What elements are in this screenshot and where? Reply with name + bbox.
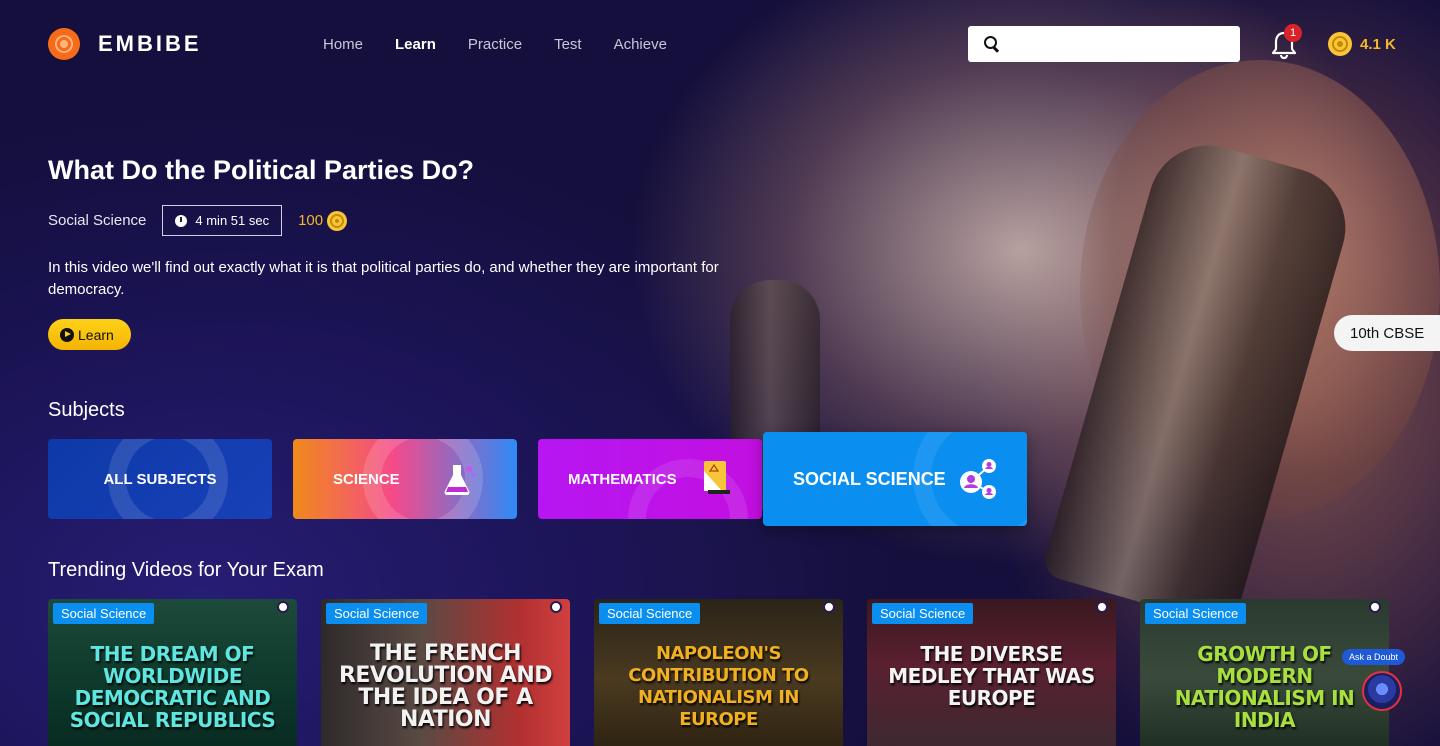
video-thumbnail-title: THE FRENCH REVOLUTION AND THE IDEA OF A …: [338, 641, 553, 732]
main-nav: Home Learn Practice Test Achieve: [323, 36, 699, 53]
video-thumbnail-title: GROWTH OF MODERN NATIONALISM IN INDIA: [1174, 642, 1355, 732]
reward-points: 100: [298, 210, 348, 231]
nav-practice[interactable]: Practice: [468, 36, 522, 53]
video-subject-tag: Social Science: [1145, 603, 1247, 624]
coin-balance-value: 4.1 K: [1360, 35, 1396, 53]
subject-card-label: SOCIAL SCIENCE: [793, 468, 946, 489]
learn-button-label: Learn: [78, 326, 114, 343]
subject-card-mathematics[interactable]: MATHEMATICS: [538, 439, 762, 519]
brand-name: EMBIBE: [98, 31, 202, 56]
video-subject-tag: Social Science: [326, 603, 428, 624]
subject-card-science[interactable]: SCIENCE: [293, 439, 517, 519]
learn-button[interactable]: Learn: [48, 319, 131, 350]
search-input[interactable]: [1008, 36, 1240, 52]
search-icon[interactable]: [984, 36, 1000, 52]
video-subject-tag: Social Science: [53, 603, 155, 624]
brand-logo[interactable]: EMBIBE: [48, 28, 202, 60]
embibe-watermark-icon: [1369, 601, 1381, 613]
coin-balance[interactable]: 4.1 K: [1328, 32, 1396, 56]
video-subject-tag: Social Science: [872, 603, 974, 624]
hero-description: In this video we'll find out exactly wha…: [48, 259, 719, 298]
hero-title: What Do the Political Parties Do?: [48, 155, 475, 185]
hero-subject: Social Science: [48, 212, 147, 229]
embibe-watermark-icon: [550, 601, 562, 613]
video-thumbnail-title: THE DIVERSE MEDLEY THAT WAS EUROPE: [888, 642, 1095, 710]
embibe-watermark-icon: [277, 601, 289, 613]
subject-card-label: ALL SUBJECTS: [103, 470, 217, 488]
subject-card-label: SCIENCE: [333, 470, 400, 488]
nav-home[interactable]: Home: [323, 36, 363, 53]
subject-card-label: MATHEMATICS: [568, 470, 677, 488]
video-card[interactable]: Social Science THE DIVERSE MEDLEY THAT W…: [867, 599, 1116, 746]
notifications-button[interactable]: 1: [1270, 24, 1302, 60]
video-subject-tag: Social Science: [599, 603, 701, 624]
embibe-watermark-icon: [823, 601, 835, 613]
video-card[interactable]: Social Science THE FRENCH REVOLUTION AND…: [321, 599, 570, 746]
nav-learn[interactable]: Learn: [395, 36, 436, 53]
play-icon: [60, 327, 74, 342]
subject-card-all[interactable]: ALL SUBJECTS: [48, 439, 272, 519]
embibe-logo-icon: [48, 28, 80, 60]
ruler-icon: [704, 461, 730, 494]
duration-badge: 4 min 51 sec: [162, 205, 283, 236]
embibe-watermark-icon: [1096, 601, 1108, 613]
video-card[interactable]: Social Science THE DREAM OF WORLDWIDE DE…: [48, 599, 297, 746]
top-navbar: EMBIBE Home Learn Practice Test Achieve …: [0, 0, 1440, 88]
flask-icon: [444, 465, 475, 495]
video-card[interactable]: Social Science NAPOLEON'S CONTRIBUTION T…: [594, 599, 843, 746]
exam-selector[interactable]: 10th CBSE: [1334, 315, 1440, 351]
trending-heading: Trending Videos for Your Exam: [48, 559, 324, 581]
nav-test[interactable]: Test: [554, 36, 582, 53]
subject-card-social-science[interactable]: SOCIAL SCIENCE: [763, 432, 1027, 526]
hero-meta: Social Science 4 min 51 sec 100: [48, 205, 348, 236]
duration-text: 4 min 51 sec: [195, 213, 270, 228]
video-thumbnail-title: NAPOLEON'S CONTRIBUTION TO NATIONALISM I…: [628, 643, 809, 730]
clock-icon: [175, 214, 188, 227]
reward-value: 100: [298, 212, 324, 229]
video-thumbnail-title: THE DREAM OF WORLDWIDE DEMOCRATIC AND SO…: [69, 642, 276, 732]
coin-icon: [1328, 32, 1352, 56]
nav-achieve[interactable]: Achieve: [614, 36, 667, 53]
video-card[interactable]: Social Science GROWTH OF MODERN NATIONAL…: [1140, 599, 1389, 746]
subjects-heading: Subjects: [48, 399, 125, 421]
notification-count-badge: 1: [1284, 24, 1302, 42]
people-network-icon: [960, 459, 996, 499]
search-box[interactable]: [968, 26, 1240, 62]
coin-icon: [327, 210, 348, 231]
